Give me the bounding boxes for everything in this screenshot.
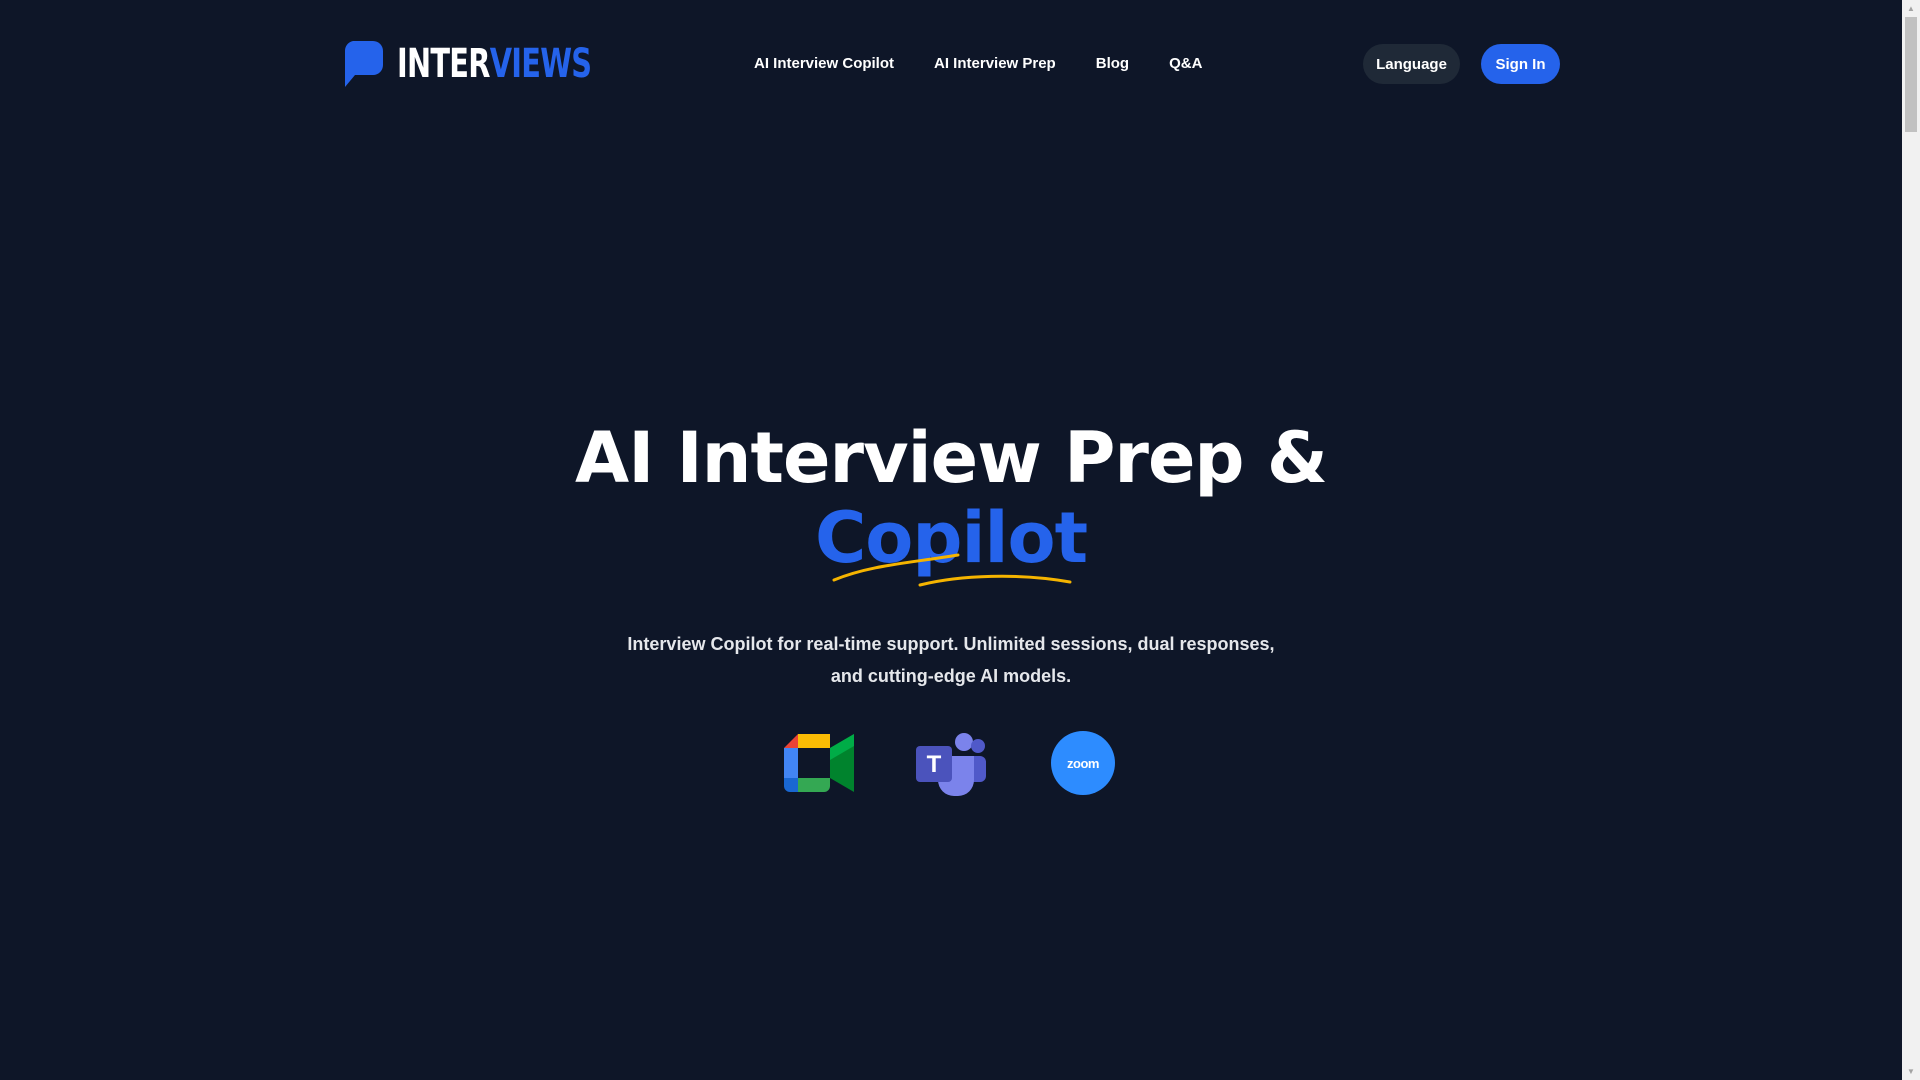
hero-subtitle: Interview Copilot for real-time support.…	[0, 628, 1902, 692]
scroll-down-arrow-icon[interactable]: ▼	[1902, 1063, 1920, 1080]
zoom-icon: zoom	[1048, 730, 1118, 796]
main-nav: AI Interview Copilot AI Interview Prep B…	[754, 50, 1202, 78]
nav-item-ai-interview-copilot[interactable]: AI Interview Copilot	[754, 50, 894, 78]
hand-drawn-underline-icon	[832, 553, 1072, 587]
logo-link[interactable]: INTERVIEWS	[343, 38, 667, 90]
hero-subtitle-line1: Interview Copilot for real-time support.…	[627, 634, 1275, 654]
sign-in-button[interactable]: Sign In	[1481, 44, 1560, 84]
microsoft-teams-icon: T	[916, 730, 986, 796]
nav-item-ai-interview-prep[interactable]: AI Interview Prep	[934, 50, 1056, 78]
logo-wordmark-views: VIEWS	[489, 41, 592, 87]
logo-wordmark-inter: INTER	[397, 41, 490, 87]
vertical-scrollbar[interactable]: ▲ ▼	[1902, 0, 1920, 1080]
hero-subtitle-line2: and cutting-edge AI models.	[830, 666, 1072, 686]
page: INTERVIEWS AI Interview Copilot AI Inter…	[0, 0, 1920, 1080]
hero-title-line1: AI Interview Prep &	[575, 417, 1328, 499]
scrollbar-thumb[interactable]	[1905, 17, 1917, 132]
zoom-logo-text: zoom	[1067, 755, 1099, 771]
language-button[interactable]: Language	[1363, 44, 1460, 84]
zoom-logo-circle: zoom	[1051, 731, 1115, 795]
speech-bubble-logo-icon	[344, 41, 383, 87]
nav-item-blog[interactable]: Blog	[1096, 50, 1129, 78]
google-meet-icon	[784, 730, 854, 796]
scroll-up-arrow-icon[interactable]: ▲	[1902, 0, 1920, 17]
platform-logos: T zoom	[0, 730, 1902, 796]
nav-item-qa[interactable]: Q&A	[1169, 50, 1202, 78]
site-header: INTERVIEWS AI Interview Copilot AI Inter…	[0, 0, 1902, 128]
svg-text:T: T	[927, 751, 942, 778]
logo-wordmark: INTERVIEWS	[397, 41, 592, 87]
